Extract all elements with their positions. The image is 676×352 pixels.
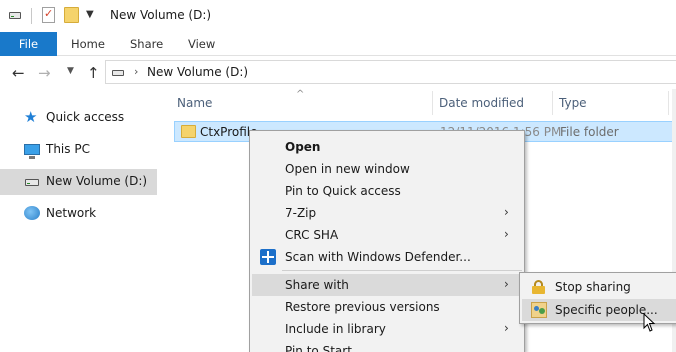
tab-share[interactable]: Share bbox=[130, 32, 163, 56]
nav-item-label: New Volume (D:) bbox=[46, 174, 148, 188]
menu-item-label: Include in library bbox=[285, 322, 386, 336]
menu-item-7zip[interactable]: 7-Zip › bbox=[252, 202, 522, 224]
column-separator[interactable] bbox=[668, 91, 669, 115]
title-bar: ▼ New Volume (D:) bbox=[0, 0, 676, 32]
menu-item-label: Pin to Quick access bbox=[285, 184, 401, 198]
breadcrumb-chevron-icon[interactable]: › bbox=[134, 65, 138, 78]
navigation-pane: ★ Quick access This PC New Volume (D:) N… bbox=[0, 89, 160, 352]
context-menu: Open Open in new window Pin to Quick acc… bbox=[249, 130, 525, 352]
menu-item-restore-previous[interactable]: Restore previous versions bbox=[252, 296, 522, 318]
mouse-pointer-icon bbox=[643, 313, 656, 332]
nav-item-label: Quick access bbox=[46, 110, 125, 124]
tab-file[interactable]: File bbox=[0, 32, 57, 56]
menu-item-label: CRC SHA bbox=[285, 228, 339, 242]
drive-icon bbox=[9, 12, 21, 19]
breadcrumb-path[interactable]: New Volume (D:) bbox=[147, 65, 248, 79]
menu-item-label: 7-Zip bbox=[285, 206, 317, 220]
menu-item-share-with[interactable]: Share with › bbox=[252, 274, 522, 296]
nav-item-new-volume[interactable]: New Volume (D:) bbox=[0, 169, 157, 195]
nav-item-label: This PC bbox=[46, 142, 90, 156]
menu-separator bbox=[282, 270, 522, 271]
column-header-date[interactable]: Date modified bbox=[439, 96, 524, 110]
window-title: New Volume (D:) bbox=[110, 8, 212, 22]
tab-home[interactable]: Home bbox=[71, 32, 105, 56]
lock-icon bbox=[532, 280, 545, 294]
computer-icon bbox=[24, 144, 40, 159]
menu-item-open-new-window[interactable]: Open in new window bbox=[252, 158, 522, 180]
menu-item-pin-start[interactable]: Pin to Start bbox=[252, 340, 522, 352]
column-separator[interactable] bbox=[432, 91, 433, 115]
menu-item-label: Open in new window bbox=[285, 162, 410, 176]
menu-item-label: Stop sharing bbox=[555, 280, 631, 294]
column-separator[interactable] bbox=[552, 91, 553, 115]
customize-toolbar-dropdown-icon[interactable]: ▼ bbox=[86, 9, 94, 20]
people-icon bbox=[531, 302, 547, 318]
submenu-arrow-icon: › bbox=[504, 227, 509, 241]
back-arrow-icon[interactable]: ← bbox=[12, 64, 25, 82]
ribbon-tabs: File Home Share View bbox=[0, 32, 676, 56]
network-icon bbox=[24, 206, 40, 220]
properties-icon[interactable] bbox=[42, 7, 55, 23]
menu-item-label: Restore previous versions bbox=[285, 300, 440, 314]
recent-locations-chevron-icon[interactable]: ▼ bbox=[67, 66, 74, 76]
address-bar[interactable]: › New Volume (D:) bbox=[105, 60, 676, 84]
nav-item-label: Network bbox=[46, 206, 97, 220]
submenu-arrow-icon: › bbox=[504, 321, 509, 335]
menu-item-label: Scan with Windows Defender... bbox=[285, 250, 471, 264]
quick-access-star-icon: ★ bbox=[24, 108, 38, 126]
menu-item-include-library[interactable]: Include in library › bbox=[252, 318, 522, 340]
menu-item-scan-defender[interactable]: Scan with Windows Defender... bbox=[252, 246, 522, 268]
nav-item-network[interactable]: Network bbox=[0, 202, 157, 226]
menu-item-pin-quick-access[interactable]: Pin to Quick access bbox=[252, 180, 522, 202]
row-type: File folder bbox=[560, 125, 619, 139]
drive-icon bbox=[112, 70, 124, 76]
menu-item-open[interactable]: Open bbox=[252, 136, 522, 158]
tab-view[interactable]: View bbox=[188, 32, 215, 56]
menu-item-label: Share with bbox=[285, 278, 349, 292]
nav-item-this-pc[interactable]: This PC bbox=[0, 138, 157, 162]
submenu-arrow-icon: › bbox=[504, 277, 509, 291]
menu-item-crc-sha[interactable]: CRC SHA › bbox=[252, 224, 522, 246]
sort-ascending-icon: ^ bbox=[296, 89, 305, 100]
column-header-type[interactable]: Type bbox=[559, 96, 587, 110]
folder-icon bbox=[181, 125, 196, 138]
up-arrow-icon[interactable]: ↑ bbox=[87, 64, 100, 82]
windows-defender-icon bbox=[260, 249, 276, 265]
drive-icon bbox=[25, 179, 39, 186]
new-folder-icon[interactable] bbox=[64, 7, 79, 23]
column-header-name[interactable]: Name bbox=[177, 96, 212, 110]
menu-item-label: Pin to Start bbox=[285, 344, 352, 352]
navigation-bar: ← → ▼ ↑ › New Volume (D:) bbox=[0, 57, 676, 89]
nav-item-quick-access[interactable]: ★ Quick access bbox=[0, 106, 157, 130]
submenu-arrow-icon: › bbox=[504, 205, 509, 219]
toolbar-separator bbox=[31, 8, 32, 24]
menu-item-stop-sharing[interactable]: Stop sharing bbox=[522, 276, 676, 298]
menu-item-label: Open bbox=[285, 140, 321, 154]
forward-arrow-icon[interactable]: → bbox=[38, 64, 51, 82]
